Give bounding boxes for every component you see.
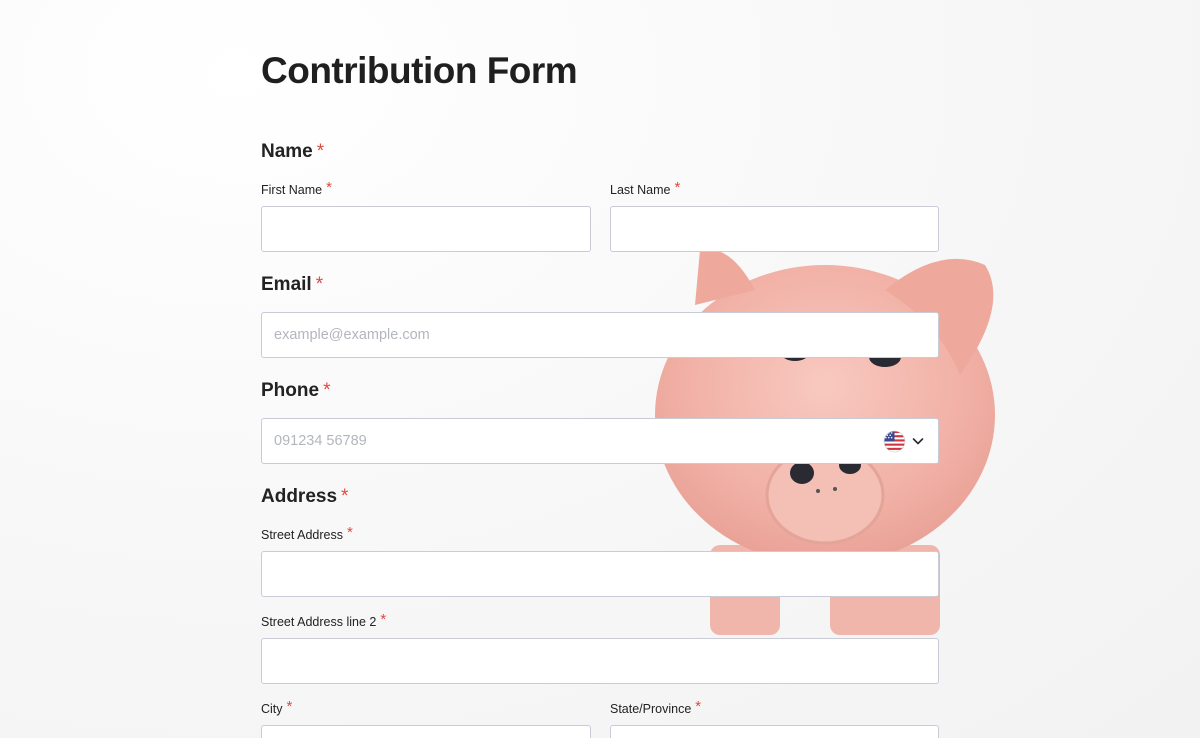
street-address-label: Street Address * <box>261 524 353 543</box>
city-input[interactable] <box>261 725 591 738</box>
first-name-label-text: First Name <box>261 183 323 197</box>
phone-section-label: Phone * <box>261 380 330 402</box>
city-label-text: City <box>261 702 283 716</box>
state-province-label-text: State/Province <box>610 702 692 716</box>
name-section-label: Name * <box>261 141 324 163</box>
state-province-label: State/Province * <box>610 698 702 717</box>
street-address-line2-label: Street Address line 2 * <box>261 611 387 630</box>
street-address-input[interactable] <box>261 551 939 597</box>
country-code-selector[interactable] <box>883 428 929 454</box>
city-label: City * <box>261 698 293 717</box>
required-marker: * <box>380 611 387 628</box>
state-province-input[interactable] <box>610 725 939 738</box>
required-marker: * <box>323 380 331 401</box>
required-marker: * <box>316 141 325 162</box>
required-marker: * <box>695 698 702 715</box>
us-flag-icon <box>883 430 906 452</box>
first-name-label: First Name * <box>261 179 332 198</box>
address-section-label: Address * <box>261 486 348 508</box>
address-label-text: Address <box>261 486 338 507</box>
chevron-down-icon <box>912 438 924 445</box>
last-name-label: Last Name * <box>610 179 681 198</box>
phone-label-text: Phone <box>261 380 320 401</box>
street-address-label-text: Street Address <box>261 528 343 542</box>
email-input[interactable] <box>261 312 939 358</box>
form-title: Contribution Form <box>261 50 578 91</box>
required-marker: * <box>347 524 353 541</box>
email-section-label: Email * <box>261 274 323 296</box>
phone-input[interactable] <box>261 418 939 464</box>
phone-field <box>261 418 939 464</box>
required-marker: * <box>326 179 332 196</box>
required-marker: * <box>341 486 349 507</box>
first-name-input[interactable] <box>261 206 591 252</box>
page-background <box>0 0 1200 738</box>
required-marker: * <box>315 274 324 295</box>
name-label-text: Name <box>261 141 313 162</box>
last-name-label-text: Last Name <box>610 183 671 197</box>
required-marker: * <box>674 179 681 196</box>
street-address-line2-label-text: Street Address line 2 <box>261 615 377 629</box>
last-name-input[interactable] <box>610 206 939 252</box>
street-address-line2-input[interactable] <box>261 638 939 684</box>
required-marker: * <box>286 698 293 715</box>
email-label-text: Email <box>261 274 312 295</box>
